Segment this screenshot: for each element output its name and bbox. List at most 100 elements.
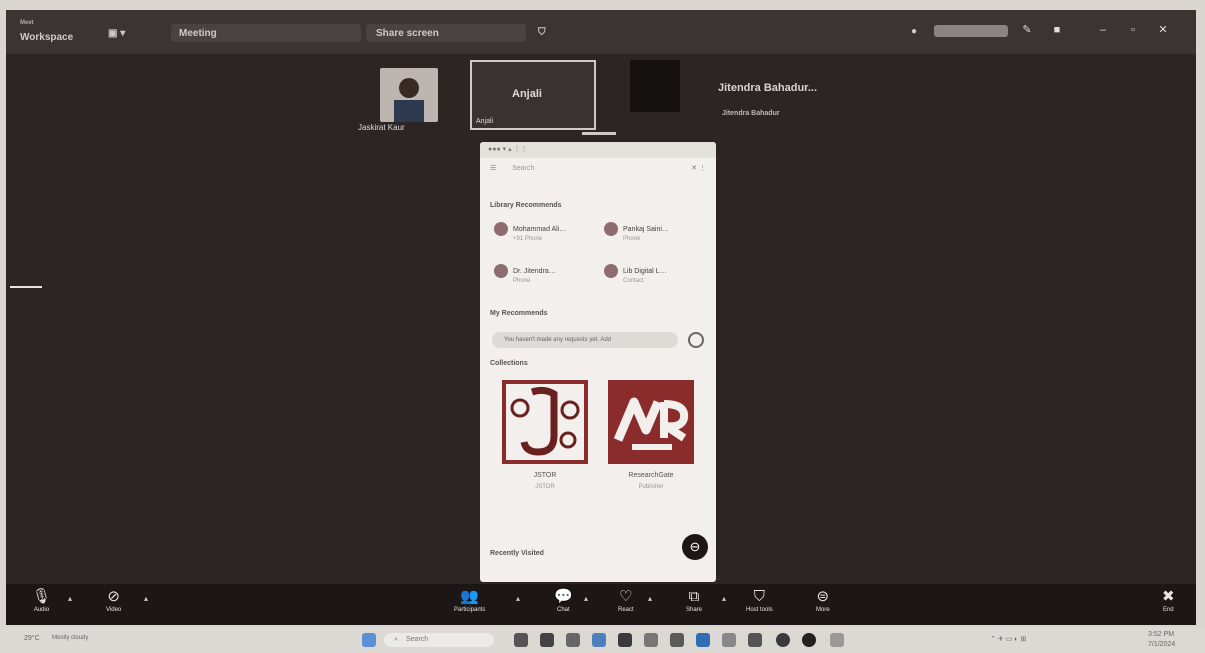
avatar xyxy=(494,222,508,236)
app-icon[interactable] xyxy=(644,633,658,647)
meeting-stage: Jaskirat Kaur Anjali Anjali Jitendra Bah… xyxy=(6,54,1196,584)
search-input[interactable] xyxy=(934,25,1008,37)
app-icon[interactable] xyxy=(776,633,790,647)
app-icon[interactable] xyxy=(670,633,684,647)
app-icon[interactable] xyxy=(540,633,554,647)
shared-screen-phone: ●●● ▾ ▴ ⋮⋮ ☰ Search ✕ ⋮ Library Recommen… xyxy=(480,142,716,582)
fab-icon[interactable]: ⊖ xyxy=(682,534,708,560)
contact-name: Lib Digital L… xyxy=(623,267,667,275)
chat-options-icon[interactable]: ▴ xyxy=(584,594,588,603)
share-tab-label: Share screen xyxy=(376,28,439,39)
avatar xyxy=(394,78,424,122)
host-tools-label: Host tools xyxy=(746,607,773,613)
contact-item[interactable]: Pankaj Saini… Phone xyxy=(604,222,669,242)
contact-item[interactable]: Lib Digital L… Contact xyxy=(604,264,667,284)
share-button[interactable]: ⧉ Share xyxy=(686,588,702,613)
clock-time[interactable]: 3:52 PM xyxy=(1148,631,1174,638)
app-icon[interactable] xyxy=(748,633,762,647)
collection-title: ResearchGate xyxy=(628,472,674,479)
shield-icon: ⛉ xyxy=(753,588,765,605)
more-button[interactable]: ⊜ More xyxy=(816,588,830,613)
pin-icon[interactable]: ✎ xyxy=(1020,24,1034,36)
app-icon[interactable] xyxy=(618,633,632,647)
phone-status-bar: ●●● ▾ ▴ ⋮⋮ xyxy=(480,142,716,158)
add-icon[interactable] xyxy=(688,332,704,348)
participant-tile[interactable]: Jaskirat Kaur xyxy=(358,68,438,132)
participants-label: Participants xyxy=(454,607,486,613)
taskbar: 29°C Mostly cloudy ⌕ Search ⌃ ✈ ▭ ◐ ⊞ 3:… xyxy=(0,627,1205,653)
more-label: More xyxy=(816,607,830,613)
more-icon: ⊜ xyxy=(816,588,830,605)
app-icon[interactable] xyxy=(696,633,710,647)
meeting-app-icon[interactable] xyxy=(802,633,816,647)
share-screen-tab[interactable]: Share screen xyxy=(366,24,526,42)
search-icon: ⌕ xyxy=(394,636,398,643)
collection-sub: JSTOR xyxy=(535,484,555,490)
menu-icon[interactable]: ☰ xyxy=(490,165,496,172)
video-options-icon[interactable]: ▴ xyxy=(144,594,148,603)
participant-name-large: Jitendra Bahadur... xyxy=(718,82,818,94)
section-recent: Recently Visited xyxy=(490,550,544,557)
collection-title: JSTOR xyxy=(533,472,557,479)
contact-sub: Phone xyxy=(513,278,531,284)
audio-button[interactable]: 🎙 Audio xyxy=(32,588,51,613)
workspace-label[interactable]: Workspace xyxy=(20,32,73,43)
react-label: React xyxy=(618,607,634,613)
research-logo-icon xyxy=(613,397,689,450)
jstor-logo[interactable] xyxy=(502,380,588,464)
participant-name: Jaskirat Kaur xyxy=(358,123,405,132)
layout-icon[interactable]: ■ xyxy=(1050,24,1064,36)
camera-off-icon: ⊘ xyxy=(107,588,120,605)
end-call-icon: ✖ xyxy=(1162,588,1175,605)
research-logo[interactable] xyxy=(608,380,694,464)
contact-name: Pankaj Saini… xyxy=(623,225,669,233)
meeting-controls: 🎙 Audio ▴ ⊘ Video ▴ 👥 Participants ▴ 💬 Chat … xyxy=(6,584,1196,625)
video-button[interactable]: ⊘ Video xyxy=(106,588,121,613)
share-options-icon[interactable]: ▴ xyxy=(722,594,726,603)
people-icon[interactable]: ▣ ▾ xyxy=(108,28,125,39)
app-icon[interactable] xyxy=(722,633,736,647)
weather-temp[interactable]: 29°C xyxy=(24,635,40,642)
participants-button[interactable]: 👥 Participants xyxy=(454,588,485,613)
restore-icon[interactable]: ▫ xyxy=(1126,24,1140,36)
host-tools-button[interactable]: ⛉ Host tools xyxy=(746,588,773,613)
participant-caption: Jitendra Bahadur xyxy=(722,110,780,117)
taskview-icon[interactable] xyxy=(514,633,528,647)
close-icon[interactable]: ✕ xyxy=(1156,24,1170,36)
phone-close-icon[interactable]: ✕ ⋮ xyxy=(691,164,706,172)
recommend-pill[interactable]: You haven't made any requests yet. Add xyxy=(492,332,678,348)
share-label: Share xyxy=(686,607,703,613)
participant-tile-active[interactable]: Anjali Anjali xyxy=(470,60,596,130)
weather-desc: Mostly cloudy xyxy=(52,635,89,641)
chat-label: Chat xyxy=(557,607,570,613)
shield-icon[interactable]: ⛉ xyxy=(538,27,546,38)
security-icon[interactable]: ● xyxy=(911,26,917,37)
audio-options-icon[interactable]: ▴ xyxy=(68,594,72,603)
minimize-icon[interactable]: – xyxy=(1096,24,1110,36)
meeting-tab-label: Meeting xyxy=(179,28,217,39)
taskbar-search[interactable]: ⌕ Search xyxy=(384,633,494,647)
contact-sub: Contact xyxy=(623,278,644,284)
phone-header: ☰ Search ✕ ⋮ xyxy=(480,158,716,180)
contact-item[interactable]: Dr. Jitendra… Phone xyxy=(494,264,556,284)
participant-tile[interactable] xyxy=(630,60,680,112)
end-button[interactable]: ✖ End xyxy=(1162,588,1175,613)
app-title: Meet xyxy=(20,20,34,26)
react-options-icon[interactable]: ▴ xyxy=(648,594,652,603)
app-icon[interactable] xyxy=(830,633,844,647)
react-button[interactable]: ♡ React xyxy=(618,588,634,613)
side-handle[interactable] xyxy=(10,286,42,288)
system-tray-icons[interactable]: ⌃ ✈ ▭ ◐ ⊞ xyxy=(990,635,1026,643)
contact-item[interactable]: Mohammad Ali… +91 Phone xyxy=(494,222,566,242)
app-icon[interactable] xyxy=(566,633,580,647)
audio-label: Audio xyxy=(33,607,50,613)
participants-options-icon[interactable]: ▴ xyxy=(516,594,520,603)
microphone-icon: 🎙 xyxy=(32,588,52,605)
chat-button[interactable]: 💬 Chat xyxy=(554,588,573,613)
meeting-tab[interactable]: Meeting xyxy=(171,24,361,42)
contact-sub: Phone xyxy=(623,236,641,242)
start-icon[interactable] xyxy=(362,633,376,647)
taskbar-search-label: Search xyxy=(406,636,429,643)
phone-search[interactable]: Search xyxy=(512,165,534,172)
app-icon[interactable] xyxy=(592,633,606,647)
